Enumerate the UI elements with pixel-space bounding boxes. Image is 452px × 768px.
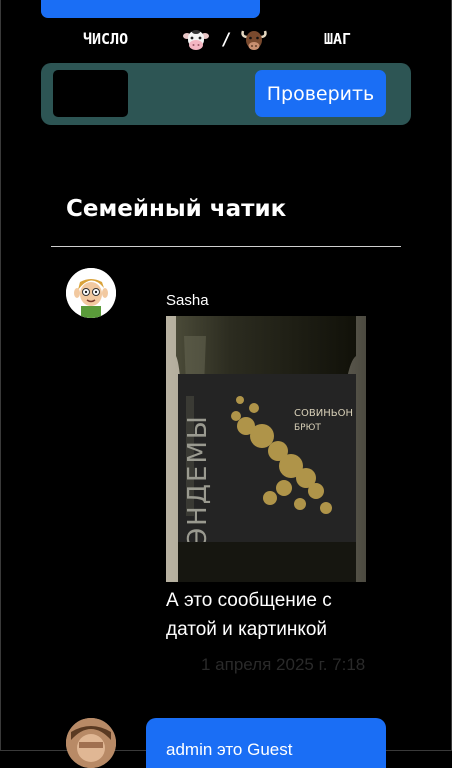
message-text: А это сообщение с датой и картинкой [166, 590, 332, 640]
cow-face-icon [183, 30, 209, 50]
chat-divider [51, 246, 401, 247]
separator: / [221, 30, 232, 50]
guess-bar: Проверить [41, 63, 411, 125]
top-action-button[interactable] [41, 0, 260, 18]
svg-text:БРЮТ: БРЮТ [294, 423, 321, 433]
avatar [66, 718, 116, 768]
number-input[interactable] [53, 70, 128, 117]
message-bubble: admin это Guest [146, 718, 386, 768]
message-text: admin это Guest [166, 740, 293, 759]
message-sender: Sasha [166, 292, 209, 309]
bull-head-icon [241, 30, 267, 50]
wine-bottle-photo[interactable]: ЭНДЕМЫ СОВИНЬОН БРЮТ [166, 316, 366, 582]
message-timestamp: 1 апреля 2025 г. 7:18 [201, 655, 366, 674]
check-button[interactable]: Проверить [255, 70, 386, 117]
svg-text:СОВИНЬОН: СОВИНЬОН [294, 408, 353, 419]
svg-text:ЭНДЕМЫ: ЭНДЕМЫ [183, 414, 213, 546]
chat-title: Семейный чатик [66, 196, 287, 222]
step-label: ШАГ [324, 30, 352, 48]
avatar [66, 268, 116, 318]
score-labels: ЧИСЛО / ШАГ [0, 30, 452, 52]
number-label: ЧИСЛО [83, 30, 129, 48]
